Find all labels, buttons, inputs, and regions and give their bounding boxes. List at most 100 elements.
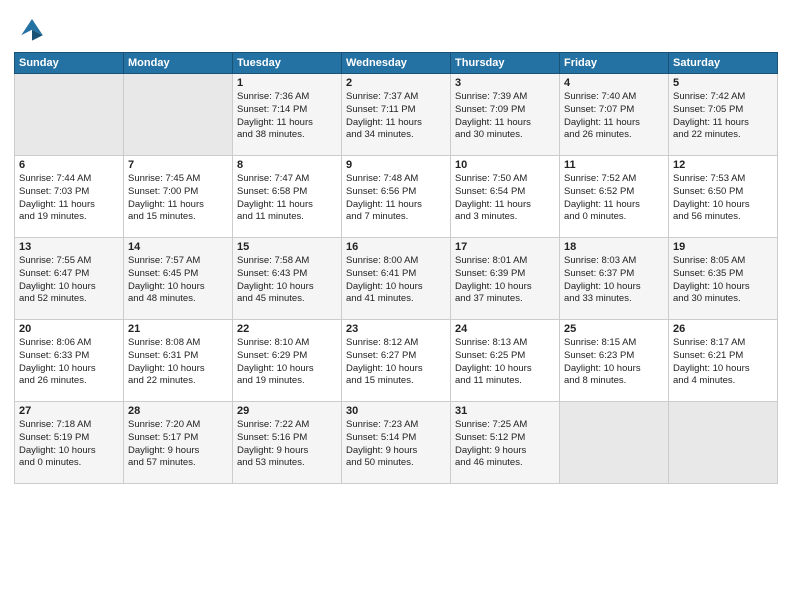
day-number: 18 (564, 241, 664, 253)
cell-content: Sunrise: 7:44 AM Sunset: 7:03 PM Dayligh… (19, 173, 119, 224)
cell-content: Sunrise: 7:23 AM Sunset: 5:14 PM Dayligh… (346, 419, 446, 470)
calendar-cell: 15 Sunrise: 7:58 AM Sunset: 6:43 PM Dayli… (233, 238, 342, 320)
day-number: 22 (237, 323, 337, 335)
weekday-header-monday: Monday (124, 53, 233, 74)
calendar-cell: 3 Sunrise: 7:39 AM Sunset: 7:09 PM Daylig… (451, 74, 560, 156)
day-number: 15 (237, 241, 337, 253)
calendar-cell: 20 Sunrise: 8:06 AM Sunset: 6:33 PM Dayli… (15, 320, 124, 402)
cell-content: Sunrise: 7:36 AM Sunset: 7:14 PM Dayligh… (237, 91, 337, 142)
calendar-cell: 6 Sunrise: 7:44 AM Sunset: 7:03 PM Daylig… (15, 156, 124, 238)
calendar-cell: 18 Sunrise: 8:03 AM Sunset: 6:37 PM Dayli… (560, 238, 669, 320)
cell-content: Sunrise: 7:22 AM Sunset: 5:16 PM Dayligh… (237, 419, 337, 470)
cell-content: Sunrise: 8:05 AM Sunset: 6:35 PM Dayligh… (673, 255, 773, 306)
cell-content: Sunrise: 7:52 AM Sunset: 6:52 PM Dayligh… (564, 173, 664, 224)
calendar-cell: 23Sunrise: 8:12 AM Sunset: 6:27 PM Dayli… (342, 320, 451, 402)
cell-content: Sunrise: 8:00 AM Sunset: 6:41 PM Dayligh… (346, 255, 446, 306)
logo (14, 10, 54, 46)
calendar-cell (124, 74, 233, 156)
day-number: 24 (455, 323, 555, 335)
cell-content: Sunrise: 7:48 AM Sunset: 6:56 PM Dayligh… (346, 173, 446, 224)
cell-content: Sunrise: 7:40 AM Sunset: 7:07 PM Dayligh… (564, 91, 664, 142)
day-number: 3 (455, 77, 555, 89)
calendar-cell: 21Sunrise: 8:08 AM Sunset: 6:31 PM Dayli… (124, 320, 233, 402)
cell-content: Sunrise: 8:13 AM Sunset: 6:25 PM Dayligh… (455, 337, 555, 388)
logo-icon (14, 10, 50, 46)
weekday-header-friday: Friday (560, 53, 669, 74)
day-number: 28 (128, 405, 228, 417)
calendar-cell: 9 Sunrise: 7:48 AM Sunset: 6:56 PM Daylig… (342, 156, 451, 238)
header (14, 10, 778, 46)
weekday-header-saturday: Saturday (669, 53, 778, 74)
day-number: 5 (673, 77, 773, 89)
cell-content: Sunrise: 7:42 AM Sunset: 7:05 PM Dayligh… (673, 91, 773, 142)
day-number: 12 (673, 159, 773, 171)
day-number: 8 (237, 159, 337, 171)
calendar-table: SundayMondayTuesdayWednesdayThursdayFrid… (14, 52, 778, 484)
day-number: 4 (564, 77, 664, 89)
cell-content: Sunrise: 7:18 AM Sunset: 5:19 PM Dayligh… (19, 419, 119, 470)
weekday-header-thursday: Thursday (451, 53, 560, 74)
day-number: 19 (673, 241, 773, 253)
main-container: SundayMondayTuesdayWednesdayThursdayFrid… (0, 0, 792, 490)
day-number: 7 (128, 159, 228, 171)
day-number: 23 (346, 323, 446, 335)
day-number: 10 (455, 159, 555, 171)
calendar-cell: 7 Sunrise: 7:45 AM Sunset: 7:00 PM Daylig… (124, 156, 233, 238)
day-number: 31 (455, 405, 555, 417)
day-number: 6 (19, 159, 119, 171)
calendar-cell: 28 Sunrise: 7:20 AM Sunset: 5:17 PM Dayli… (124, 402, 233, 484)
calendar-cell: 8 Sunrise: 7:47 AM Sunset: 6:58 PM Daylig… (233, 156, 342, 238)
cell-content: Sunrise: 7:55 AM Sunset: 6:47 PM Dayligh… (19, 255, 119, 306)
calendar-cell: 5 Sunrise: 7:42 AM Sunset: 7:05 PM Daylig… (669, 74, 778, 156)
cell-content: Sunrise: 7:45 AM Sunset: 7:00 PM Dayligh… (128, 173, 228, 224)
cell-content: Sunrise: 8:15 AM Sunset: 6:23 PM Dayligh… (564, 337, 664, 388)
day-number: 16 (346, 241, 446, 253)
calendar-cell: 11Sunrise: 7:52 AM Sunset: 6:52 PM Dayli… (560, 156, 669, 238)
calendar-cell: 25 Sunrise: 8:15 AM Sunset: 6:23 PM Dayli… (560, 320, 669, 402)
cell-content: Sunrise: 8:17 AM Sunset: 6:21 PM Dayligh… (673, 337, 773, 388)
cell-content: Sunrise: 7:57 AM Sunset: 6:45 PM Dayligh… (128, 255, 228, 306)
day-number: 20 (19, 323, 119, 335)
cell-content: Sunrise: 8:10 AM Sunset: 6:29 PM Dayligh… (237, 337, 337, 388)
calendar-cell (560, 402, 669, 484)
calendar-cell: 26 Sunrise: 8:17 AM Sunset: 6:21 PM Dayli… (669, 320, 778, 402)
day-number: 13 (19, 241, 119, 253)
cell-content: Sunrise: 8:06 AM Sunset: 6:33 PM Dayligh… (19, 337, 119, 388)
calendar-cell: 13 Sunrise: 7:55 AM Sunset: 6:47 PM Dayli… (15, 238, 124, 320)
cell-content: Sunrise: 7:47 AM Sunset: 6:58 PM Dayligh… (237, 173, 337, 224)
calendar-cell: 19 Sunrise: 8:05 AM Sunset: 6:35 PM Dayli… (669, 238, 778, 320)
calendar-cell: 1Sunrise: 7:36 AM Sunset: 7:14 PM Daylig… (233, 74, 342, 156)
calendar-cell: 29 Sunrise: 7:22 AM Sunset: 5:16 PM Dayli… (233, 402, 342, 484)
day-number: 14 (128, 241, 228, 253)
cell-content: Sunrise: 7:20 AM Sunset: 5:17 PM Dayligh… (128, 419, 228, 470)
day-number: 27 (19, 405, 119, 417)
calendar-cell: 4 Sunrise: 7:40 AM Sunset: 7:07 PM Daylig… (560, 74, 669, 156)
cell-content: Sunrise: 7:50 AM Sunset: 6:54 PM Dayligh… (455, 173, 555, 224)
day-number: 17 (455, 241, 555, 253)
calendar-cell: 12Sunrise: 7:53 AM Sunset: 6:50 PM Dayli… (669, 156, 778, 238)
cell-content: Sunrise: 7:39 AM Sunset: 7:09 PM Dayligh… (455, 91, 555, 142)
calendar-cell: 30 Sunrise: 7:23 AM Sunset: 5:14 PM Dayli… (342, 402, 451, 484)
weekday-header-sunday: Sunday (15, 53, 124, 74)
day-number: 29 (237, 405, 337, 417)
day-number: 9 (346, 159, 446, 171)
cell-content: Sunrise: 7:37 AM Sunset: 7:11 PM Dayligh… (346, 91, 446, 142)
calendar-cell: 24 Sunrise: 8:13 AM Sunset: 6:25 PM Dayli… (451, 320, 560, 402)
day-number: 2 (346, 77, 446, 89)
weekday-header-tuesday: Tuesday (233, 53, 342, 74)
day-number: 30 (346, 405, 446, 417)
day-number: 26 (673, 323, 773, 335)
cell-content: Sunrise: 8:01 AM Sunset: 6:39 PM Dayligh… (455, 255, 555, 306)
calendar-cell (15, 74, 124, 156)
calendar-cell: 14 Sunrise: 7:57 AM Sunset: 6:45 PM Dayli… (124, 238, 233, 320)
calendar-cell: 22 Sunrise: 8:10 AM Sunset: 6:29 PM Dayli… (233, 320, 342, 402)
calendar-cell: 17 Sunrise: 8:01 AM Sunset: 6:39 PM Dayli… (451, 238, 560, 320)
calendar-cell: 2 Sunrise: 7:37 AM Sunset: 7:11 PM Daylig… (342, 74, 451, 156)
cell-content: Sunrise: 8:03 AM Sunset: 6:37 PM Dayligh… (564, 255, 664, 306)
day-number: 25 (564, 323, 664, 335)
calendar-cell: 10 Sunrise: 7:50 AM Sunset: 6:54 PM Dayli… (451, 156, 560, 238)
calendar-cell: 31Sunrise: 7:25 AM Sunset: 5:12 PM Dayli… (451, 402, 560, 484)
weekday-header-wednesday: Wednesday (342, 53, 451, 74)
calendar-cell: 27 Sunrise: 7:18 AM Sunset: 5:19 PM Dayli… (15, 402, 124, 484)
cell-content: Sunrise: 7:58 AM Sunset: 6:43 PM Dayligh… (237, 255, 337, 306)
